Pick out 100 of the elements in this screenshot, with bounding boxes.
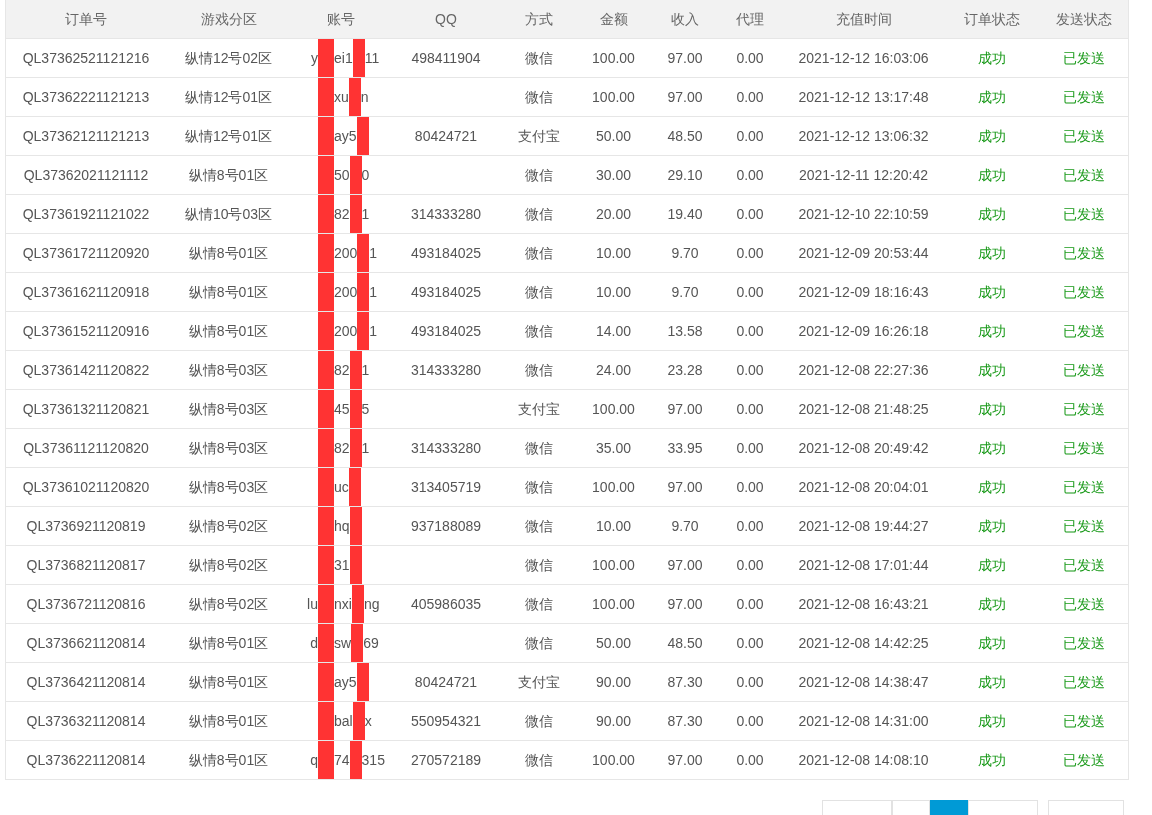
table-cell-text: 0.00 [736,516,764,536]
redaction-bar [318,429,334,467]
table-cell-text: 2021-12-08 16:43:21 [798,594,929,614]
table-cell-text: 已发送 [1062,48,1105,68]
table-cell-text: ng [363,594,380,614]
redaction-bar [318,195,334,233]
table-cell-text: 成功 [978,672,1006,692]
column-header: 游戏分区 [200,9,257,29]
table-cell-text: 314333280 [410,360,482,380]
table-cell-text: ay5 [334,126,357,146]
table-cell-text: 微信 [524,360,553,380]
table-cell-text: 微信 [524,594,553,614]
table-cell-text: 23.28 [667,360,703,380]
table-cell-text: 30.00 [595,165,631,185]
table-cell-text: 33.95 [667,438,703,458]
table-cell-text: 纵情8号02区 [188,555,269,575]
redaction-bar [318,663,334,701]
table-cell-text: ay5 [334,672,357,692]
redaction-bar [318,546,334,584]
table-cell-text: 已发送 [1062,750,1105,770]
table-cell-text: 2021-12-08 20:49:42 [798,438,929,458]
table-cell-text: 498411904 [411,48,481,68]
redaction-bar [349,507,362,545]
table-cell-text: 已发送 [1062,399,1105,419]
table-cell-text: 2021-12-08 20:04:01 [798,477,929,497]
redaction-bar [318,273,334,311]
table-cell-text: 纵情12号01区 [184,87,273,107]
redaction-bar [318,741,334,779]
column-header: 账号 [327,9,355,29]
redaction-bar [351,585,364,623]
table-cell-text: 已发送 [1062,633,1105,653]
redaction-bar [318,585,334,623]
table-cell-text: y [311,48,318,68]
redaction-bar [349,156,362,194]
table-cell-text: 2021-12-08 14:31:00 [798,711,929,731]
table-cell-text: 82 [334,360,350,380]
table-cell-text: 纵情8号01区 [188,711,269,731]
table-cell-text: 纵情8号03区 [188,477,269,497]
table-cell-text: 97.00 [667,555,703,575]
table-cell-text: 97.00 [667,750,703,770]
table-cell-text: 2021-12-12 16:03:06 [798,48,929,68]
table-cell-text: 微信 [524,477,553,497]
column-header: 代理 [736,9,764,29]
table-cell-text: 80424721 [414,672,478,692]
table-cell-text: 已发送 [1062,438,1105,458]
redaction-bar [349,741,362,779]
redaction-bar [318,468,334,506]
table-cell-text: QL37361921121022 [22,204,150,224]
table-cell-text: 纵情8号02区 [188,594,269,614]
table-cell-text: 成功 [978,204,1006,224]
table-cell-text: 纵情12号01区 [184,126,273,146]
table-cell-text: 成功 [978,438,1006,458]
table-cell-text: 937188089 [410,516,482,536]
table-cell-text: 9.70 [671,243,699,263]
table-cell-text: 0.00 [736,438,764,458]
table-cell-text: 微信 [524,87,553,107]
table-cell-text: 成功 [978,633,1006,653]
table-cell-text: 550954321 [410,711,482,731]
table-cell-text: 1 [361,438,370,458]
redaction-bar [349,546,362,584]
table-cell-text: 已发送 [1062,126,1105,146]
redaction-bar [357,234,370,272]
table-cell-text: 已发送 [1062,555,1105,575]
table-cell-text: 0.00 [736,711,764,731]
table-cell-text: 已发送 [1062,594,1105,614]
redaction-bar [318,624,334,662]
table-cell-text: xu [334,87,349,107]
table-cell-text: 493184025 [410,243,482,263]
table-cell-text: 200 [334,321,358,341]
table-cell-text: 纵情8号01区 [188,282,269,302]
table-cell-text: 微信 [524,438,553,458]
column-header: 充值时间 [835,9,892,29]
table-cell-text: QL37362121121213 [22,126,150,146]
table-cell-text: 48.50 [667,126,703,146]
table-cell-text: 87.30 [667,672,703,692]
table-cell-text: hq [334,516,350,536]
table-cell-text: 2021-12-08 17:01:44 [798,555,929,575]
column-header: QQ [435,9,457,29]
table-cell-text: 97.00 [667,87,703,107]
redaction-bar [318,312,334,350]
table-cell-text: 成功 [978,126,1006,146]
table-cell-text: 成功 [978,711,1006,731]
table-cell-text: 0.00 [736,87,764,107]
table-cell-text: 100.00 [592,555,635,575]
table-cell-text: 11 [364,48,380,68]
table-cell-text: 100.00 [592,87,635,107]
table-cell-text: 已发送 [1062,516,1105,536]
table-cell-text: 2021-12-08 19:44:27 [798,516,929,536]
table-cell-text: QL3736221120814 [26,750,146,770]
table-cell-text: 纵情8号01区 [188,672,269,692]
table-cell-text: QL37361621120918 [22,282,150,302]
table-cell-text: 87.30 [667,711,703,731]
table-cell-text: 14.00 [595,321,631,341]
redaction-bar [351,624,364,662]
table-cell-text: 微信 [524,204,553,224]
table-cell-text: 成功 [978,360,1006,380]
table-cell-text: 100.00 [592,477,635,497]
table-cell-text: 0.00 [736,282,764,302]
table-cell-text: QL3736321120814 [26,711,146,731]
table-cell-text: 0.00 [736,672,764,692]
